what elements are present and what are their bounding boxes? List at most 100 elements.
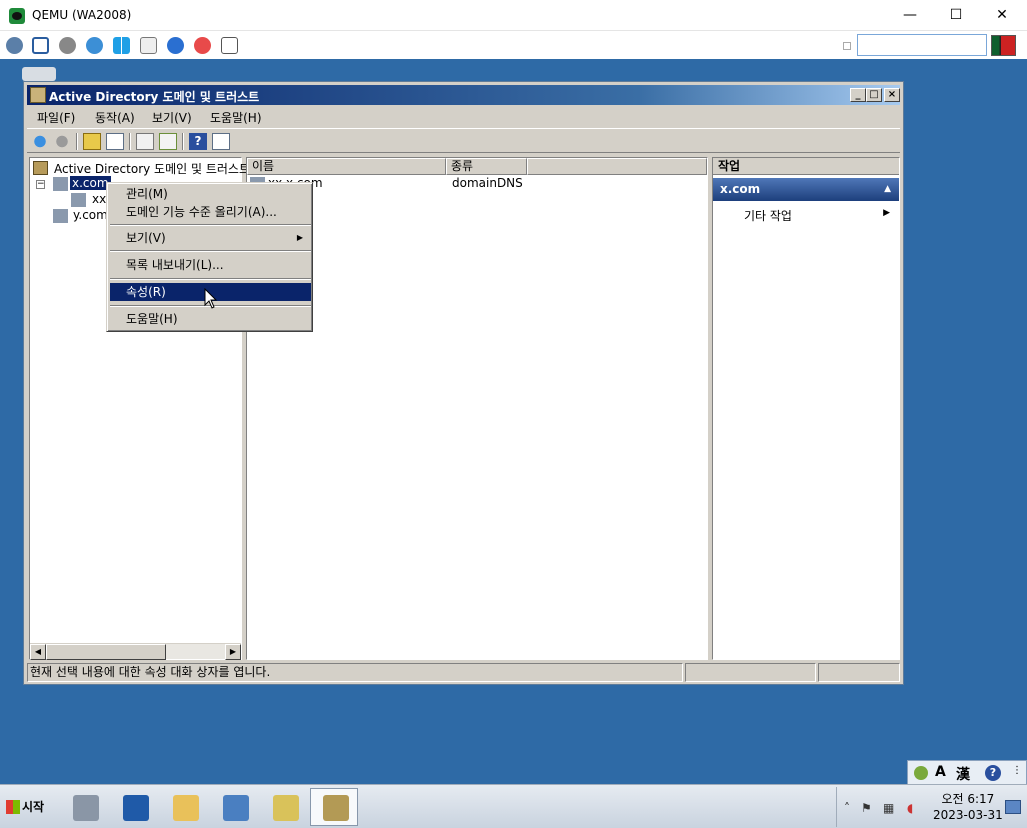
minimize-button[interactable]: — — [898, 4, 922, 26]
help-icon[interactable]: ? — [189, 133, 207, 150]
taskbar-ad-tools[interactable] — [260, 788, 308, 826]
windows-icon[interactable] — [113, 37, 130, 54]
maximize-button[interactable]: ☐ — [944, 4, 968, 26]
volume-muted-icon[interactable]: ◖ — [907, 801, 913, 815]
mouse-cursor-icon — [204, 288, 218, 309]
export-list-icon[interactable] — [159, 133, 177, 150]
ad-domains-trusts-icon — [323, 795, 349, 821]
lang-help-icon[interactable]: ? — [985, 765, 1001, 781]
close-button[interactable]: ✕ — [990, 4, 1014, 26]
system-tray: ˄ ⚑ ▦ ◖ 오전 6:17 2023-03-31 — [836, 787, 1025, 827]
properties-icon[interactable] — [136, 133, 154, 150]
input-mode-toggle[interactable]: A — [935, 764, 946, 780]
action-center-flag-icon[interactable]: ⚑ — [861, 801, 872, 815]
tree-collapse-toggle[interactable]: − — [36, 180, 45, 189]
recycle-bin-icon[interactable] — [22, 67, 56, 81]
langbar-options-icon[interactable]: ⋮ — [1012, 765, 1022, 776]
settings-icon[interactable] — [59, 37, 76, 54]
qemu-window-title: QEMU (WA2008) — [32, 8, 132, 22]
column-header-name[interactable]: 이름 — [247, 158, 446, 175]
show-hide-tree-icon[interactable] — [106, 133, 124, 150]
hanja-toggle[interactable]: 漢 — [956, 764, 970, 784]
ad-menubar: 파일(F) 동작(A) 보기(V) 도움말(H) — [27, 106, 900, 127]
scroll-right-arrow-icon[interactable]: ▶ — [225, 644, 241, 660]
explorer-icon — [173, 795, 199, 821]
screenshot-icon[interactable] — [221, 37, 238, 54]
menu-separator — [110, 250, 311, 252]
start-button[interactable]: 시작 — [2, 793, 52, 821]
tree-horizontal-scrollbar[interactable]: ◀ ▶ — [30, 643, 241, 660]
menu-action[interactable]: 동작(A) — [95, 109, 135, 126]
powershell-icon — [123, 795, 149, 821]
clock[interactable]: 오전 6:17 2023-03-31 — [933, 791, 1003, 823]
server-manager-icon — [73, 795, 99, 821]
menu-help[interactable]: 도움말(H) — [210, 109, 262, 126]
start-label: 시작 — [22, 800, 45, 814]
menu-item-view-label: 보기(V) — [126, 231, 166, 245]
ad-maximize-button[interactable]: □ — [866, 88, 882, 102]
language-bar: A 漢 ? ⋮ — [907, 760, 1027, 785]
menu-file[interactable]: 파일(F) — [37, 109, 75, 126]
network-icon[interactable] — [6, 37, 23, 54]
language-flag-icon[interactable] — [991, 35, 1016, 56]
action-section-x-com[interactable]: x.com ▲ — [713, 178, 899, 201]
scroll-left-arrow-icon[interactable]: ◀ — [30, 644, 46, 660]
menu-item-export-list[interactable]: 목록 내보내기(L)... — [110, 256, 311, 274]
collapse-arrow-icon[interactable]: ▲ — [884, 178, 891, 201]
qemu-logo-icon — [9, 8, 25, 24]
qemu-titlebar: QEMU (WA2008) — ☐ ✕ — [0, 0, 1027, 31]
menu-separator — [110, 224, 311, 226]
refresh-icon[interactable] — [86, 37, 103, 54]
menu-view[interactable]: 보기(V) — [152, 109, 192, 126]
ad-toolbar: ? — [27, 128, 900, 153]
show-desktop-icon[interactable] — [1005, 800, 1021, 814]
taskbar-powershell[interactable] — [110, 788, 158, 826]
toolbar-separator — [76, 133, 78, 150]
stop-icon[interactable] — [194, 37, 211, 54]
windows-logo-icon — [6, 800, 20, 814]
qemu-checkbox[interactable] — [843, 42, 851, 50]
forward-icon[interactable] — [53, 133, 71, 150]
ad-tools-icon — [273, 795, 299, 821]
ad-domains-window: Active Directory 도메인 및 트러스트 _ □ × 파일(F) … — [23, 81, 904, 685]
menu-item-raise-domain-level[interactable]: 도메인 기능 수준 올리기(A)... — [110, 203, 311, 221]
show-hide-action-pane-icon[interactable] — [212, 133, 230, 150]
menu-item-manage[interactable]: 관리(M) — [110, 185, 311, 203]
show-hidden-icons-icon[interactable]: ˄ — [844, 801, 850, 815]
ad-minimize-button[interactable]: _ — [850, 88, 866, 102]
scroll-thumb[interactable] — [46, 644, 166, 660]
action-more-actions[interactable]: 기타 작업 — [744, 207, 792, 224]
status-bar: 현재 선택 내용에 대한 속성 대화 상자를 엽니다. — [27, 663, 900, 682]
status-text: 현재 선택 내용에 대한 속성 대화 상자를 엽니다. — [27, 663, 683, 682]
usb-icon[interactable] — [140, 37, 157, 54]
taskbar-explorer[interactable] — [160, 788, 208, 826]
ad-root-icon — [33, 161, 48, 175]
info-icon[interactable] — [167, 37, 184, 54]
menu-item-help[interactable]: 도움말(H) — [110, 310, 311, 328]
taskbar-server-manager[interactable] — [60, 788, 108, 826]
up-folder-icon[interactable] — [83, 133, 101, 150]
back-icon[interactable] — [31, 133, 49, 150]
list-pane: 이름 종류 xx.x.com domainDNS — [246, 157, 708, 660]
ad-window-title: Active Directory 도메인 및 트러스트 — [49, 90, 260, 104]
menu-item-view[interactable]: 보기(V) ▶ — [110, 229, 311, 247]
action-pane: 작업 x.com ▲ 기타 작업 ▶ — [712, 157, 900, 660]
fullscreen-icon[interactable] — [32, 37, 49, 54]
menu-separator — [110, 278, 311, 280]
network-status-icon[interactable]: ▦ — [883, 801, 894, 815]
ad-close-button[interactable]: × — [884, 88, 900, 102]
tree-item-y-com[interactable]: y.com — [73, 208, 108, 222]
submenu-arrow-icon: ▶ — [296, 233, 303, 242]
ime-icon[interactable] — [914, 766, 928, 780]
tree-item-x-com[interactable]: x.com — [70, 176, 111, 190]
column-header-empty[interactable] — [527, 158, 707, 175]
taskbar-control-panel[interactable] — [210, 788, 258, 826]
tree-root[interactable]: Active Directory 도메인 및 트러스트 — [54, 160, 250, 177]
column-header-type[interactable]: 종류 — [446, 158, 527, 175]
ad-window-titlebar: Active Directory 도메인 및 트러스트 _ □ × — [27, 85, 900, 105]
status-panel — [685, 663, 816, 682]
action-section-label: x.com — [720, 182, 761, 196]
qemu-search-input[interactable] — [857, 34, 987, 56]
taskbar-ad-domains-trusts[interactable] — [310, 788, 358, 826]
tree-item-xx[interactable]: xx — [92, 192, 106, 206]
